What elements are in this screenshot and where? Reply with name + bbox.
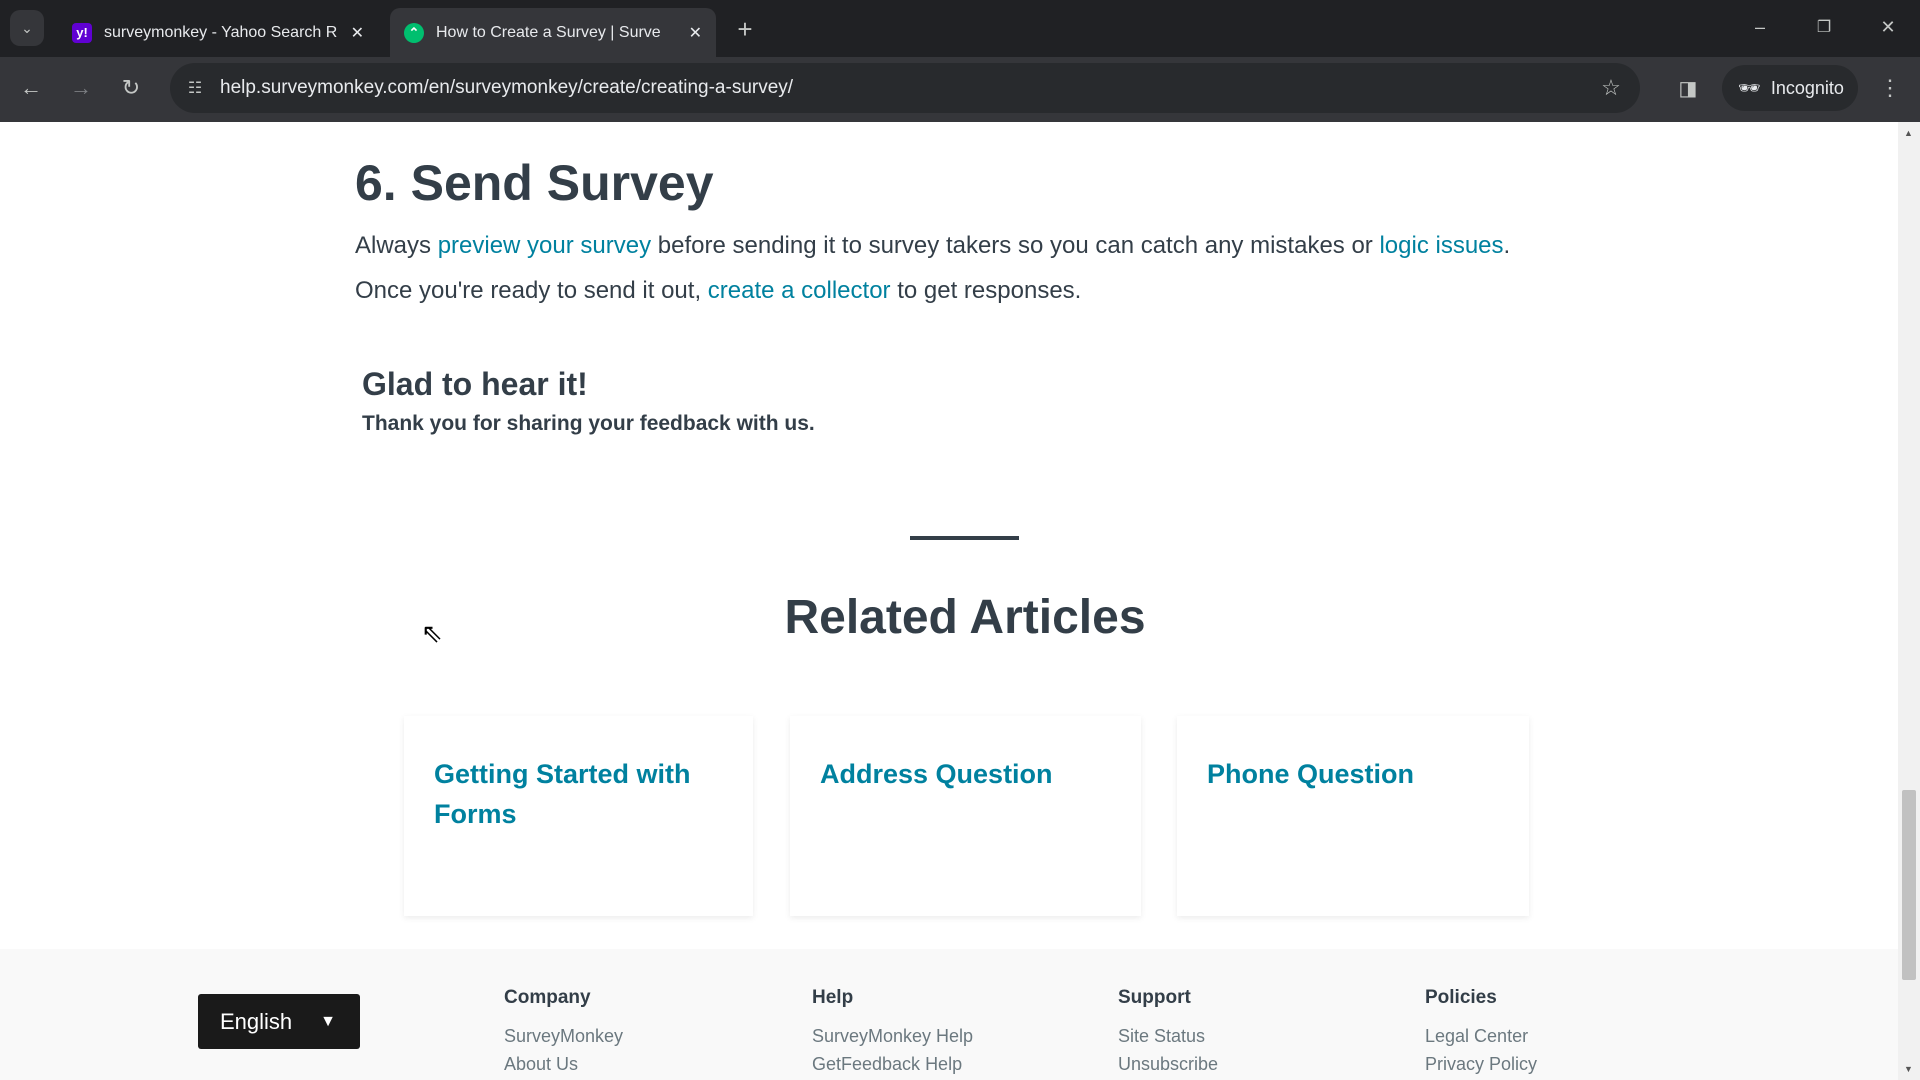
footer-column-company: Company SurveyMonkey About Us xyxy=(504,987,624,1075)
divider xyxy=(910,536,1019,540)
minimize-icon[interactable]: – xyxy=(1740,12,1780,42)
footer-column-support: Support Site Status Unsubscribe xyxy=(1118,987,1219,1075)
paragraph-collector: Once you're ready to send it out, create… xyxy=(355,277,1082,304)
create-collector-link[interactable]: create a collector xyxy=(708,277,891,304)
footer-link[interactable]: Site Status xyxy=(1118,1026,1218,1047)
footer-column-help: Help SurveyMonkey Help GetFeedback Help xyxy=(812,987,974,1075)
scroll-up-icon[interactable]: ▲ xyxy=(1904,128,1913,138)
back-icon[interactable]: ← xyxy=(14,71,48,105)
footer: English ▼ Company SurveyMonkey About Us … xyxy=(0,949,1898,1080)
site-settings-icon[interactable]: ☷ xyxy=(182,75,208,101)
footer-column-policies: Policies Legal Center Privacy Policy xyxy=(1425,987,1538,1075)
close-tab-icon[interactable]: ✕ xyxy=(351,23,364,43)
caret-down-icon: ▼ xyxy=(320,1012,336,1030)
tab-surveymonkey[interactable]: ⌃ How to Create a Survey | Surve ✕ xyxy=(390,8,716,57)
language-select[interactable]: English ▼ xyxy=(198,994,360,1049)
footer-link[interactable]: About Us xyxy=(504,1054,623,1075)
paragraph-preview: Always preview your survey before sendin… xyxy=(355,232,1511,259)
tab-bar: ⌄ y! surveymonkey - Yahoo Search R ✕ ⌃ H… xyxy=(0,0,1920,57)
related-articles-title: Related Articles xyxy=(784,591,1146,644)
close-window-icon[interactable]: ✕ xyxy=(1868,12,1908,42)
restore-icon[interactable]: ❐ xyxy=(1804,12,1844,42)
page-content: 6. Send Survey Always preview your surve… xyxy=(0,122,1898,1080)
feedback-text: Thank you for sharing your feedback with… xyxy=(362,412,815,435)
surveymonkey-icon: ⌃ xyxy=(404,22,424,43)
footer-link[interactable]: SurveyMonkey xyxy=(504,1026,623,1047)
forward-icon[interactable]: → xyxy=(64,71,98,105)
side-panel-icon[interactable]: ◨ xyxy=(1672,72,1704,104)
related-article-card[interactable]: Address Question xyxy=(790,716,1141,916)
menu-icon[interactable]: ⋮ xyxy=(1876,72,1904,104)
scrollbar[interactable]: ▲ ▼ xyxy=(1898,122,1920,1080)
incognito-badge[interactable]: 🕶 Incognito xyxy=(1722,65,1858,111)
related-article-link[interactable]: Phone Question xyxy=(1207,754,1499,794)
incognito-icon: 🕶 xyxy=(1738,77,1761,98)
section-heading: 6. Send Survey xyxy=(355,155,714,211)
tab-yahoo[interactable]: y! surveymonkey - Yahoo Search R ✕ xyxy=(58,8,378,57)
footer-link[interactable]: SurveyMonkey Help xyxy=(812,1026,973,1047)
scrollbar-thumb[interactable] xyxy=(1902,790,1916,980)
related-article-card[interactable]: Phone Question xyxy=(1177,716,1529,916)
new-tab-icon[interactable]: + xyxy=(730,14,760,44)
address-bar[interactable]: ☷ help.surveymonkey.com/en/surveymonkey/… xyxy=(170,63,1640,113)
footer-link[interactable]: Unsubscribe xyxy=(1118,1054,1218,1075)
related-article-link[interactable]: Getting Started with Forms xyxy=(434,754,723,834)
feedback-title: Glad to hear it! xyxy=(362,366,588,402)
mouse-cursor-icon: ⇖ xyxy=(421,618,443,648)
yahoo-icon: y! xyxy=(72,22,92,43)
preview-survey-link[interactable]: preview your survey xyxy=(438,232,651,259)
reload-icon[interactable]: ↻ xyxy=(114,71,148,105)
footer-link[interactable]: Legal Center xyxy=(1425,1026,1537,1047)
related-article-link[interactable]: Address Question xyxy=(820,754,1111,794)
logic-issues-link[interactable]: logic issues xyxy=(1379,232,1503,259)
footer-link[interactable]: Privacy Policy xyxy=(1425,1054,1537,1075)
bookmark-star-icon[interactable]: ☆ xyxy=(1596,73,1626,103)
footer-link[interactable]: GetFeedback Help xyxy=(812,1054,973,1075)
scroll-down-icon[interactable]: ▼ xyxy=(1904,1064,1913,1074)
related-article-card[interactable]: Getting Started with Forms xyxy=(404,716,753,916)
close-tab-icon[interactable]: ✕ xyxy=(689,23,702,43)
tab-search-button[interactable]: ⌄ xyxy=(10,10,44,46)
